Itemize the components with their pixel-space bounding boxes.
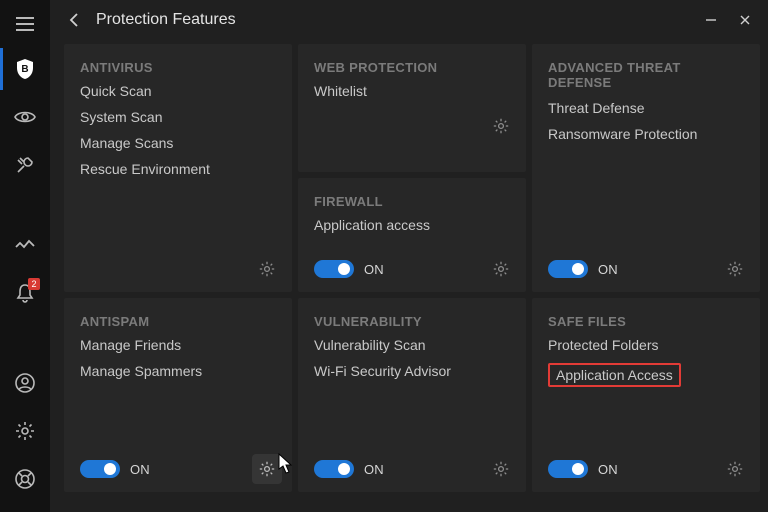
toggle-safe-files[interactable] xyxy=(548,460,588,478)
minimize-button[interactable] xyxy=(694,5,728,35)
sidebar-item-settings[interactable] xyxy=(0,410,50,452)
card-title: ANTIVIRUS xyxy=(64,44,292,83)
titlebar: Protection Features xyxy=(50,0,768,40)
feature-grid: ANTIVIRUS Quick Scan System Scan Manage … xyxy=(64,40,768,512)
sidebar-item-account[interactable] xyxy=(0,362,50,404)
toggle-label: ON xyxy=(598,462,618,477)
sidebar: B 2 xyxy=(0,0,50,512)
gear-icon[interactable] xyxy=(486,454,516,484)
sidebar-item-notifications[interactable]: 2 xyxy=(0,272,50,314)
page-title: Protection Features xyxy=(96,11,236,29)
link-vuln-scan[interactable]: Vulnerability Scan xyxy=(314,337,510,353)
link-application-access[interactable]: Application Access xyxy=(548,363,681,387)
gear-icon[interactable] xyxy=(252,254,282,284)
link-whitelist[interactable]: Whitelist xyxy=(314,83,510,99)
link-quick-scan[interactable]: Quick Scan xyxy=(80,83,276,99)
link-rescue-env[interactable]: Rescue Environment xyxy=(80,161,276,177)
sidebar-item-tools[interactable] xyxy=(0,144,50,186)
card-atd: ADVANCED THREAT DEFENSE Threat Defense R… xyxy=(532,44,760,292)
card-title: FIREWALL xyxy=(298,178,526,217)
link-manage-spammers[interactable]: Manage Spammers xyxy=(80,363,276,379)
card-antispam: ANTISPAM Manage Friends Manage Spammers … xyxy=(64,298,292,492)
link-wifi-advisor[interactable]: Wi-Fi Security Advisor xyxy=(314,363,510,379)
back-button[interactable] xyxy=(56,2,92,38)
toggle-firewall[interactable] xyxy=(314,260,354,278)
link-threat-defense[interactable]: Threat Defense xyxy=(548,100,744,116)
gear-icon[interactable] xyxy=(252,454,282,484)
toggle-label: ON xyxy=(364,462,384,477)
toggle-label: ON xyxy=(364,262,384,277)
link-app-access[interactable]: Application access xyxy=(314,217,510,233)
notification-badge: 2 xyxy=(28,278,40,290)
close-button[interactable] xyxy=(728,5,762,35)
card-firewall: FIREWALL Application access ON xyxy=(298,178,526,292)
toggle-atd[interactable] xyxy=(548,260,588,278)
card-vulnerability: VULNERABILITY Vulnerability Scan Wi-Fi S… xyxy=(298,298,526,492)
link-protected-folders[interactable]: Protected Folders xyxy=(548,337,744,353)
svg-text:B: B xyxy=(21,64,28,75)
toggle-label: ON xyxy=(130,462,150,477)
sidebar-item-support[interactable] xyxy=(0,458,50,500)
gear-icon[interactable] xyxy=(486,254,516,284)
sidebar-item-protection[interactable]: B xyxy=(0,48,50,90)
toggle-label: ON xyxy=(598,262,618,277)
card-title: SAFE FILES xyxy=(532,298,760,337)
column-middle: WEB PROTECTION Whitelist FIREWALL xyxy=(298,44,526,292)
card-antivirus: ANTIVIRUS Quick Scan System Scan Manage … xyxy=(64,44,292,292)
gear-icon[interactable] xyxy=(486,111,516,141)
sidebar-item-activity[interactable] xyxy=(0,224,50,266)
menu-icon[interactable] xyxy=(0,6,50,42)
card-title: VULNERABILITY xyxy=(298,298,526,337)
link-manage-friends[interactable]: Manage Friends xyxy=(80,337,276,353)
gear-icon[interactable] xyxy=(720,254,750,284)
link-ransomware[interactable]: Ransomware Protection xyxy=(548,126,744,142)
sidebar-item-privacy[interactable] xyxy=(0,96,50,138)
toggle-vuln[interactable] xyxy=(314,460,354,478)
link-manage-scans[interactable]: Manage Scans xyxy=(80,135,276,151)
card-title: WEB PROTECTION xyxy=(298,44,526,83)
link-system-scan[interactable]: System Scan xyxy=(80,109,276,125)
gear-icon[interactable] xyxy=(720,454,750,484)
card-title: ANTISPAM xyxy=(64,298,292,337)
toggle-antispam[interactable] xyxy=(80,460,120,478)
card-web-protection: WEB PROTECTION Whitelist xyxy=(298,44,526,172)
card-title: ADVANCED THREAT DEFENSE xyxy=(532,44,760,94)
card-safe-files: SAFE FILES Protected Folders Application… xyxy=(532,298,760,492)
